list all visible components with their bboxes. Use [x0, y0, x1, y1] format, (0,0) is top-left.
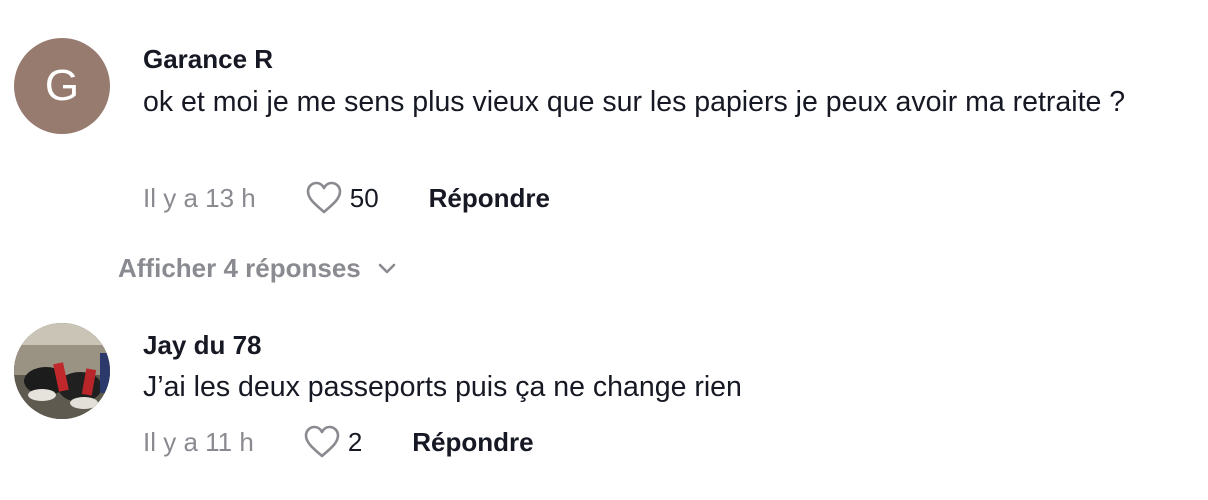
- view-replies-button[interactable]: Afficher 4 réponses: [118, 248, 397, 288]
- avatar[interactable]: [14, 323, 110, 419]
- like-count: 2: [347, 426, 363, 457]
- comment-actions: Il y a 13 h 50 Répondre: [143, 178, 550, 218]
- comment-timestamp: Il y a 11 h: [143, 426, 254, 457]
- avatar[interactable]: G: [14, 38, 110, 134]
- comment-text: J’ai les deux passeports puis ça ne chan…: [143, 371, 742, 403]
- comments-section: G Garance R ok et moi je me sens plus vi…: [0, 0, 1208, 500]
- comment-timestamp: Il y a 13 h: [143, 182, 256, 213]
- avatar-photo: [14, 323, 110, 419]
- chevron-down-icon: [378, 263, 396, 274]
- like-button[interactable]: 2: [304, 425, 362, 459]
- avatar-letter: G: [44, 61, 80, 110]
- reply-button[interactable]: Répondre: [412, 427, 533, 458]
- reply-button[interactable]: Répondre: [429, 183, 550, 214]
- like-button[interactable]: 50: [306, 181, 379, 215]
- heart-outline-icon: [306, 181, 342, 214]
- comment-username[interactable]: Jay du 78: [143, 330, 262, 361]
- comment-username[interactable]: Garance R: [143, 44, 273, 75]
- comment-text: ok et moi je me sens plus vieux que sur …: [143, 86, 1126, 118]
- heart-outline-icon: [304, 425, 340, 458]
- like-count: 50: [349, 182, 379, 213]
- view-replies-label: Afficher 4 réponses: [118, 252, 361, 283]
- comment-actions: Il y a 11 h 2 Répondre: [143, 422, 534, 462]
